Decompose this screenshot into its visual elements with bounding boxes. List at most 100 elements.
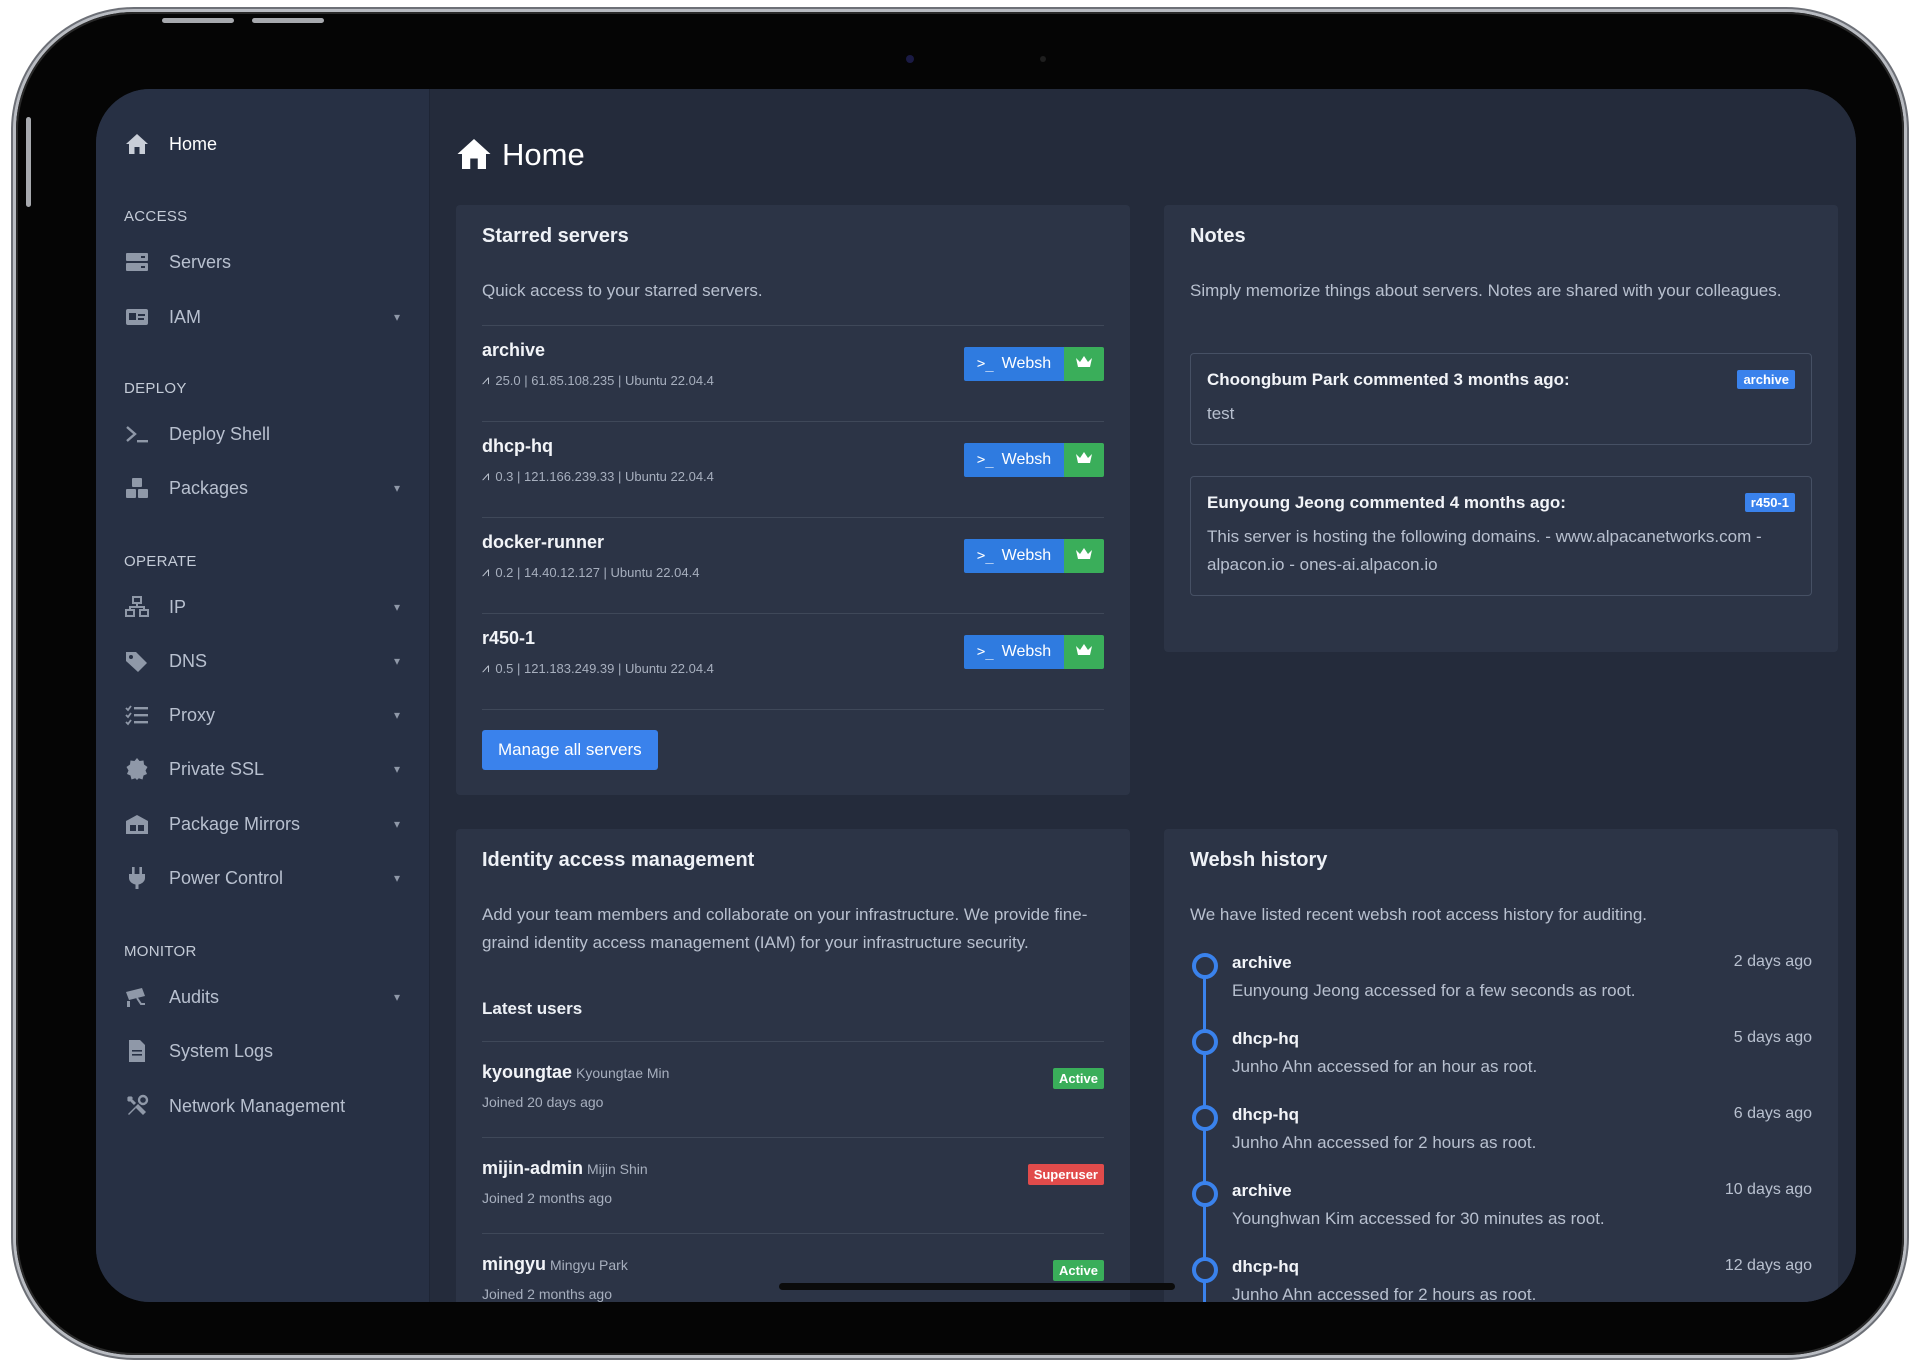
websh-button[interactable]: >_ Websh [964, 443, 1064, 477]
history-server[interactable]: archive [1232, 1181, 1292, 1201]
root-websh-button[interactable] [1064, 635, 1104, 669]
history-server[interactable]: archive [1232, 953, 1292, 973]
app-screen: Home ACCESS Servers IAM ▾ DEPLOY Deploy … [96, 89, 1856, 1302]
sidebar-item-label: Proxy [169, 704, 216, 725]
tools-icon [124, 1093, 150, 1119]
sidebar-item-ip[interactable]: IP ▾ [124, 590, 400, 624]
sidebar-item-label: Home [169, 133, 218, 154]
sidebar-item-label: IAM [169, 306, 202, 327]
history-item[interactable]: archive 2 days ago Eunyoung Jeong access… [1190, 951, 1812, 1027]
plug-icon [124, 865, 150, 891]
server-meta-text: 25.0 | 61.85.108.235 | Ubuntu 22.04.4 [495, 372, 714, 388]
heartbeat-icon: ⩘ [482, 564, 490, 579]
history-item[interactable]: dhcp-hq 5 days ago Junho Ahn accessed fo… [1190, 1027, 1812, 1103]
user-row[interactable]: kyoungtae Kyoungtae Min Joined 20 days ag… [482, 1042, 1104, 1138]
page-title-text: Home [502, 137, 585, 172]
sidebar-item-servers[interactable]: Servers [124, 245, 400, 279]
websh-button[interactable]: >_ Websh [964, 347, 1064, 381]
websh-button[interactable]: >_ Websh [964, 635, 1064, 669]
websh-button[interactable]: >_ Websh [964, 539, 1064, 573]
server-meta: ⩘ 0.3 | 121.166.239.33 | Ubuntu 22.04.4 [482, 468, 714, 484]
root-websh-button[interactable] [1064, 443, 1104, 477]
root-websh-button[interactable] [1064, 347, 1104, 381]
server-name[interactable]: r450-1 [482, 628, 535, 649]
server-tag[interactable]: r450-1 [1744, 493, 1795, 512]
sidebar-item-audits[interactable]: Audits ▾ [124, 980, 400, 1014]
power-button [26, 117, 31, 207]
cctv-icon [124, 984, 150, 1010]
websh-label: Websh [1001, 355, 1052, 372]
manage-all-servers-button[interactable]: Manage all servers [482, 730, 658, 770]
timeline-dot-icon [1192, 1105, 1218, 1131]
history-time: 6 days ago [1733, 1105, 1812, 1122]
chevron-down-icon: ▾ [393, 817, 400, 831]
home-icon [456, 137, 492, 173]
sidebar-item-system-logs[interactable]: System Logs [124, 1034, 400, 1068]
card-subtitle: Simply memorize things about servers. No… [1190, 281, 1782, 300]
sidebar-item-package-mirrors[interactable]: Package Mirrors ▾ [124, 807, 400, 841]
home-indicator [779, 1283, 1175, 1290]
history-item[interactable]: dhcp-hq 6 days ago Junho Ahn accessed fo… [1190, 1103, 1812, 1179]
history-server[interactable]: dhcp-hq [1232, 1257, 1299, 1277]
username: kyoungtae [482, 1062, 573, 1082]
sidebar-item-proxy[interactable]: Proxy ▾ [124, 698, 400, 732]
card-title: Starred servers [482, 225, 629, 247]
sidebar-item-label: Packages [169, 477, 249, 498]
server-row[interactable]: docker-runner ⩘ 0.2 | 14.40.12.127 | Ubun… [482, 518, 1104, 614]
sidebar-item-packages[interactable]: Packages ▾ [124, 471, 400, 505]
server-meta: ⩘ 25.0 | 61.85.108.235 | Ubuntu 22.04.4 [482, 372, 714, 388]
card-subtitle: Add your team members and collaborate on… [482, 905, 1088, 952]
sidebar-item-dns[interactable]: DNS ▾ [124, 644, 400, 678]
user-name[interactable]: kyoungtae Kyoungtae Min [482, 1062, 669, 1083]
history-item[interactable]: dhcp-hq 12 days ago Junho Ahn accessed f… [1190, 1255, 1812, 1302]
history-desc: Junho Ahn accessed for an hour as root. [1232, 1057, 1538, 1076]
server-name[interactable]: dhcp-hq [482, 436, 553, 457]
history-desc: Eunyoung Jeong accessed for a few second… [1232, 981, 1636, 1000]
user-fullname: Mingyu Park [550, 1257, 628, 1273]
user-joined: Joined 2 months ago [482, 1190, 612, 1206]
history-server[interactable]: dhcp-hq [1232, 1029, 1299, 1049]
sidebar-item-label: Private SSL [169, 758, 265, 779]
section-monitor: MONITOR [124, 943, 197, 960]
volume-button [252, 18, 324, 23]
root-websh-button[interactable] [1064, 539, 1104, 573]
user-name[interactable]: mijin-admin Mijin Shin [482, 1158, 648, 1179]
heartbeat-icon: ⩘ [482, 372, 490, 387]
crown-icon [1075, 642, 1093, 663]
history-time: 10 days ago [1724, 1181, 1812, 1198]
server-row[interactable]: dhcp-hq ⩘ 0.3 | 121.166.239.33 | Ubuntu 2… [482, 422, 1104, 518]
network-icon [124, 594, 150, 620]
sidebar-item-home[interactable]: Home [124, 127, 400, 161]
history-server[interactable]: dhcp-hq [1232, 1105, 1299, 1125]
sidebar-item-power-control[interactable]: Power Control ▾ [124, 861, 400, 895]
sidebar-item-deploy-shell[interactable]: Deploy Shell [124, 417, 400, 451]
user-row[interactable]: mijin-admin Mijin Shin Joined 2 months ag… [482, 1138, 1104, 1234]
server-tag[interactable]: archive [1737, 370, 1795, 389]
server-meta-text: 0.2 | 14.40.12.127 | Ubuntu 22.04.4 [495, 564, 700, 580]
note-item[interactable]: Choongbum Park commented 3 months ago: a… [1190, 353, 1812, 445]
terminal-icon [124, 421, 150, 447]
sidebar-item-label: Servers [169, 251, 232, 272]
terminal-icon: >_ [976, 644, 994, 660]
sidebar-item-private-ssl[interactable]: Private SSL ▾ [124, 752, 400, 786]
server-row[interactable]: archive ⩘ 25.0 | 61.85.108.235 | Ubuntu 2… [482, 326, 1104, 422]
user-row[interactable]: mingyu Mingyu Park Joined 2 months ago Ac… [482, 1234, 1104, 1302]
status-badge: Superuser [1027, 1164, 1104, 1185]
volume-button [162, 18, 234, 23]
server-row[interactable]: r450-1 ⩘ 0.5 | 121.183.249.39 | Ubuntu 22… [482, 614, 1104, 710]
sidebar-item-network-management[interactable]: Network Management [124, 1089, 400, 1123]
starred-servers-card: Starred servers Quick access to your sta… [456, 205, 1130, 795]
sidebar: Home ACCESS Servers IAM ▾ DEPLOY Deploy … [96, 89, 430, 1302]
terminal-icon: >_ [976, 548, 994, 564]
server-name[interactable]: docker-runner [482, 532, 604, 553]
latest-users-label: Latest users [482, 999, 583, 1018]
user-name[interactable]: mingyu Mingyu Park [482, 1254, 628, 1275]
crown-icon [1075, 450, 1093, 471]
history-item[interactable]: archive 10 days ago Younghwan Kim access… [1190, 1179, 1812, 1255]
sidebar-item-iam[interactable]: IAM ▾ [124, 300, 400, 334]
file-icon [124, 1038, 150, 1064]
note-item[interactable]: Eunyoung Jeong commented 4 months ago: r… [1190, 476, 1812, 596]
notes-card: Notes Simply memorize things about serve… [1164, 205, 1838, 652]
server-name[interactable]: archive [482, 340, 545, 361]
chevron-down-icon: ▾ [393, 654, 400, 668]
